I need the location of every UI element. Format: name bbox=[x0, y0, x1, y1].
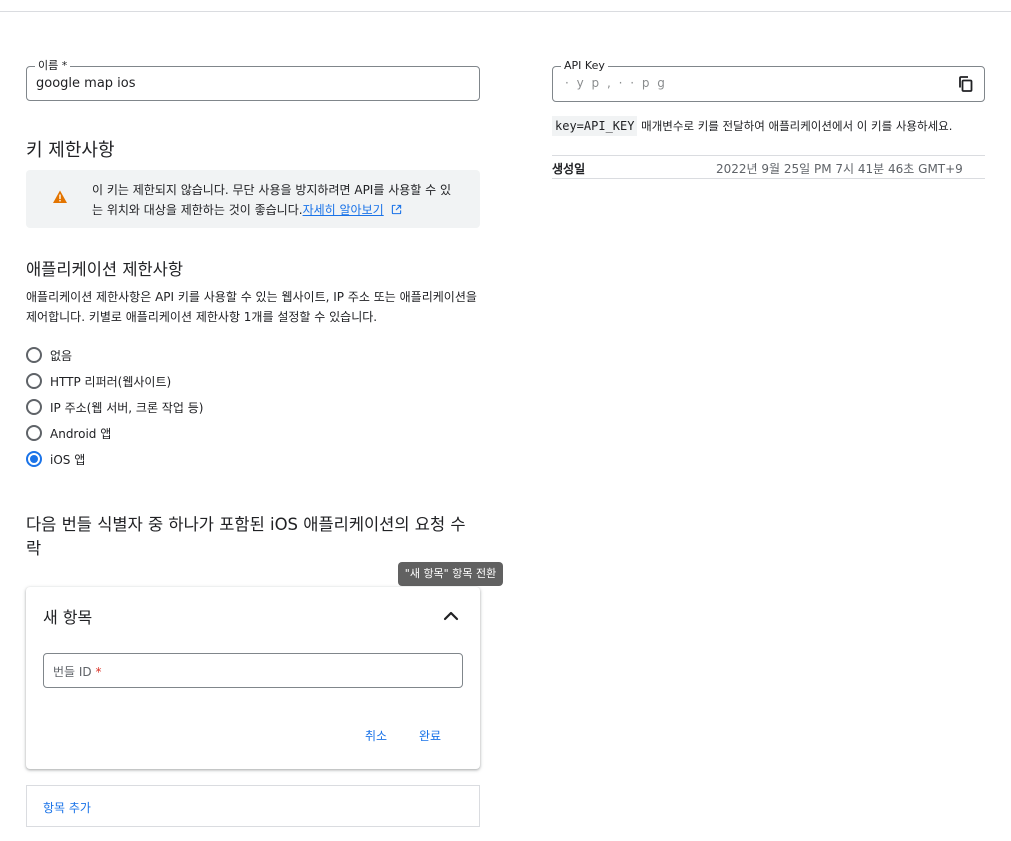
created-date-label: 생성일 bbox=[552, 162, 586, 176]
name-field-value[interactable]: google map ios bbox=[36, 76, 136, 91]
api-key-label: API Key bbox=[561, 59, 608, 73]
created-date-row: 생성일 2022년 9월 25일 PM 7시 41분 46초 GMT+9 bbox=[552, 155, 985, 179]
chevron-up-icon[interactable] bbox=[440, 605, 462, 627]
created-date-value: 2022년 9월 25일 PM 7시 41분 46초 GMT+9 bbox=[716, 162, 963, 176]
add-item-row[interactable]: 항목 추가 bbox=[26, 785, 480, 827]
bundle-section-heading: 다음 번들 식별자 중 하나가 포함된 iOS 애플리케이션의 요청 수락 bbox=[26, 515, 466, 558]
done-button[interactable]: 완료 bbox=[419, 727, 441, 744]
radio-label: IP 주소(웹 서버, 크론 작업 등) bbox=[50, 400, 204, 415]
radio-option-ip-address[interactable]: IP 주소(웹 서버, 크론 작업 등) bbox=[26, 397, 203, 417]
bundle-id-placeholder-text: 번들 ID bbox=[53, 665, 92, 679]
learn-more-link[interactable]: 자세히 알아보기 bbox=[303, 203, 384, 217]
app-restrictions-heading: 애플리케이션 제한사항 bbox=[26, 260, 184, 279]
radio-button[interactable] bbox=[26, 399, 42, 415]
api-key-param-code: key=API_KEY bbox=[552, 116, 638, 136]
radio-button[interactable] bbox=[26, 425, 42, 441]
warning-text-block: 이 키는 제한되지 않습니다. 무단 사용을 방지하려면 API를 사용할 수 … bbox=[92, 180, 462, 220]
radio-button[interactable] bbox=[26, 347, 42, 363]
card-title: 새 항목 bbox=[43, 608, 93, 627]
top-divider bbox=[0, 11, 1011, 12]
radio-option-android[interactable]: Android 앱 bbox=[26, 423, 111, 443]
name-field-label: 이름 * bbox=[35, 59, 71, 73]
unrestricted-warning: 이 키는 제한되지 않습니다. 무단 사용을 방지하려면 API를 사용할 수 … bbox=[26, 170, 480, 228]
api-key-value[interactable]: · y p , · · p g bbox=[565, 76, 667, 90]
radio-button-selected[interactable] bbox=[26, 451, 42, 467]
new-item-card: 새 항목 번들 ID * 취소 완료 bbox=[26, 587, 480, 769]
api-key-usage-hint: key=API_KEY 매개변수로 키를 전달하여 애플리케이션에서 이 키를 … bbox=[552, 116, 953, 136]
copy-icon[interactable] bbox=[957, 75, 975, 93]
radio-option-ios[interactable]: iOS 앱 bbox=[26, 449, 85, 469]
required-mark: * bbox=[95, 665, 102, 679]
radio-label: HTTP 리퍼러(웹사이트) bbox=[50, 374, 172, 389]
radio-label: iOS 앱 bbox=[50, 452, 86, 467]
app-restrictions-description: 애플리케이션 제한사항은 API 키를 사용할 수 있는 웹사이트, IP 주소… bbox=[26, 290, 477, 324]
api-key-field[interactable]: API Key · y p , · · p g bbox=[552, 59, 985, 102]
toggle-tooltip: "새 항목" 항목 전환 bbox=[398, 562, 503, 586]
cancel-button[interactable]: 취소 bbox=[365, 727, 387, 744]
add-item-button[interactable]: 항목 추가 bbox=[43, 799, 91, 816]
key-restrictions-heading: 키 제한사항 bbox=[26, 140, 115, 161]
radio-option-http-referrer[interactable]: HTTP 리퍼러(웹사이트) bbox=[26, 371, 171, 391]
external-link-icon[interactable] bbox=[391, 204, 402, 215]
api-key-hint-text: 매개변수로 키를 전달하여 애플리케이션에서 이 키를 사용하세요. bbox=[641, 119, 953, 133]
radio-label: Android 앱 bbox=[50, 426, 112, 441]
name-field[interactable]: 이름 * google map ios bbox=[26, 59, 480, 101]
radio-label: 없음 bbox=[50, 348, 73, 363]
radio-button[interactable] bbox=[26, 373, 42, 389]
bundle-id-placeholder: 번들 ID * bbox=[53, 663, 102, 680]
warning-icon bbox=[53, 190, 67, 203]
radio-option-none[interactable]: 없음 bbox=[26, 345, 72, 365]
bundle-id-input[interactable]: 번들 ID * bbox=[43, 653, 463, 688]
